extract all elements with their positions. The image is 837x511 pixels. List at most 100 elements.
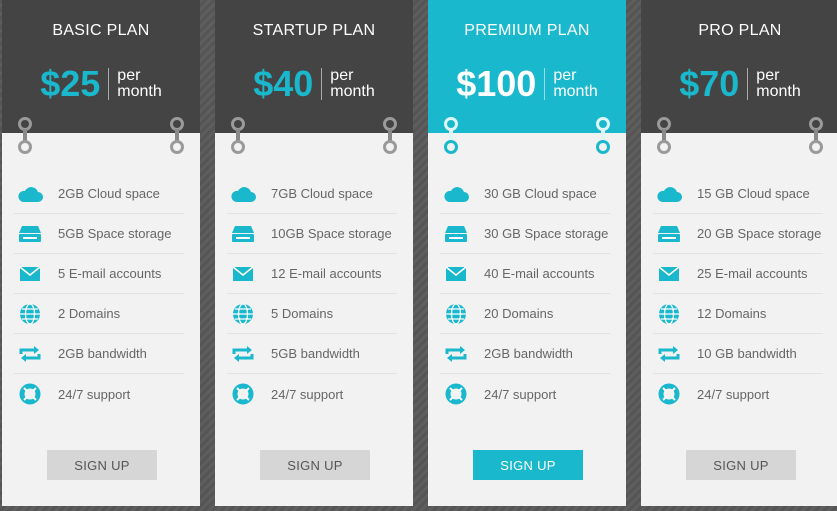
plan-price: $40 xyxy=(253,63,314,104)
price-period: per month xyxy=(553,67,598,100)
feature-bandwidth: 2GB bandwidth xyxy=(440,334,610,374)
feature-domains: 12 Domains xyxy=(653,294,823,334)
storage-icon xyxy=(440,222,472,246)
feature-domains: 2 Domains xyxy=(14,294,184,334)
price-divider xyxy=(108,68,110,100)
repeat-icon xyxy=(440,342,472,366)
feature-text: 2GB Cloud space xyxy=(58,186,160,201)
feature-storage: 30 GB Space storage xyxy=(440,214,610,254)
feature-text: 5GB bandwidth xyxy=(271,346,360,361)
feature-text: 24/7 support xyxy=(697,386,770,402)
price-period: per month xyxy=(117,67,162,100)
feature-support: 24/7 support xyxy=(227,374,397,414)
plan-name: BASIC PLAN xyxy=(52,22,150,39)
lifebuoy-icon xyxy=(653,382,685,406)
feature-support: 24/7 support xyxy=(14,374,184,414)
price-row: $40 per month xyxy=(215,62,413,106)
feature-domains: 20 Domains xyxy=(440,294,610,334)
envelope-icon xyxy=(227,262,259,286)
hook-icon xyxy=(382,117,398,155)
storage-icon xyxy=(653,222,685,246)
plan-name: STARTUP PLAN xyxy=(252,22,376,39)
feature-email: 5 E-mail accounts xyxy=(14,254,184,294)
feature-email: 25 E-mail accounts xyxy=(653,254,823,294)
plan-card-premium: PREMIUM PLAN $100 per month 30 GB Cloud s… xyxy=(428,0,626,506)
feature-text: 2 Domains xyxy=(58,306,121,321)
feature-bandwidth: 5GB bandwidth xyxy=(227,334,397,374)
price-row: $70 per month xyxy=(641,62,837,106)
signup-button[interactable]: SIGN UP xyxy=(260,450,370,480)
storage-icon xyxy=(14,222,46,246)
plan-price: $100 xyxy=(456,63,537,104)
feature-storage: 5GB Space storage xyxy=(14,214,184,254)
feature-support: 24/7 support xyxy=(653,374,823,414)
feature-bandwidth: 10 GB bandwidth xyxy=(653,334,823,374)
feature-cloud: 7GB Cloud space xyxy=(227,174,397,214)
price-divider xyxy=(747,68,749,100)
hook-icon xyxy=(169,117,185,155)
price-row: $100 per month xyxy=(428,62,626,106)
plan-header: BASIC PLAN $25 per month xyxy=(2,0,200,133)
price-divider xyxy=(544,68,546,100)
signup-button[interactable]: SIGN UP xyxy=(47,450,157,480)
plan-name: PREMIUM PLAN xyxy=(464,22,590,39)
feature-text: 40 E-mail accounts xyxy=(484,266,595,281)
hook-icon xyxy=(595,117,611,155)
globe-icon xyxy=(14,302,46,326)
feature-storage: 20 GB Space storage xyxy=(653,214,823,254)
lifebuoy-icon xyxy=(440,382,472,406)
feature-text: 24/7 support xyxy=(58,386,131,402)
feature-text: 30 GB Space storage xyxy=(484,226,609,241)
pricing-table: BASIC PLAN $25 per month 2GB Cloud space … xyxy=(0,0,837,511)
hook-icon xyxy=(443,117,459,155)
globe-icon xyxy=(227,302,259,326)
repeat-icon xyxy=(227,342,259,366)
price-row: $25 per month xyxy=(2,62,200,106)
feature-text: 24/7 support xyxy=(271,386,344,402)
feature-text: 10GB Space storage xyxy=(271,226,392,241)
price-period: per month xyxy=(756,67,801,100)
lifebuoy-icon xyxy=(14,382,46,406)
feature-text: 5 E-mail accounts xyxy=(58,266,162,281)
envelope-icon xyxy=(653,262,685,286)
hook-icon xyxy=(17,117,33,155)
plan-name: PRO PLAN xyxy=(698,22,782,39)
feature-text: 25 E-mail accounts xyxy=(697,266,808,281)
feature-email: 12 E-mail accounts xyxy=(227,254,397,294)
price-divider xyxy=(321,68,323,100)
price-period: per month xyxy=(330,67,375,100)
feature-text: 30 GB Cloud space xyxy=(484,186,597,201)
storage-icon xyxy=(227,222,259,246)
hook-icon xyxy=(656,117,672,155)
feature-text: 20 Domains xyxy=(484,306,554,321)
signup-button[interactable]: SIGN UP xyxy=(686,450,796,480)
feature-bandwidth: 2GB bandwidth xyxy=(14,334,184,374)
feature-text: 2GB bandwidth xyxy=(58,346,147,361)
hook-icon xyxy=(808,117,824,155)
globe-icon xyxy=(440,302,472,326)
feature-domains: 5 Domains xyxy=(227,294,397,334)
hook-icon xyxy=(230,117,246,155)
lifebuoy-icon xyxy=(227,382,259,406)
plan-card-startup: STARTUP PLAN $40 per month 7GB Cloud spac… xyxy=(215,0,413,506)
feature-text: 10 GB bandwidth xyxy=(697,346,797,361)
envelope-icon xyxy=(14,262,46,286)
repeat-icon xyxy=(14,342,46,366)
plan-header: PREMIUM PLAN $100 per month xyxy=(428,0,626,133)
feature-cloud: 15 GB Cloud space xyxy=(653,174,823,214)
feature-text: 20 GB Space storage xyxy=(697,226,822,241)
signup-button[interactable]: SIGN UP xyxy=(473,450,583,480)
feature-text: 5 Domains xyxy=(271,306,334,321)
feature-text: 5GB Space storage xyxy=(58,226,172,241)
repeat-icon xyxy=(653,342,685,366)
envelope-icon xyxy=(440,262,472,286)
feature-support: 24/7 support xyxy=(440,374,610,414)
feature-text: 12 Domains xyxy=(697,306,767,321)
plan-price: $70 xyxy=(679,63,740,104)
plan-header: STARTUP PLAN $40 per month xyxy=(215,0,413,133)
feature-text: 24/7 support xyxy=(484,386,557,402)
feature-text: 15 GB Cloud space xyxy=(697,186,810,201)
cloud-icon xyxy=(14,182,46,206)
plan-price: $25 xyxy=(40,63,101,104)
globe-icon xyxy=(653,302,685,326)
